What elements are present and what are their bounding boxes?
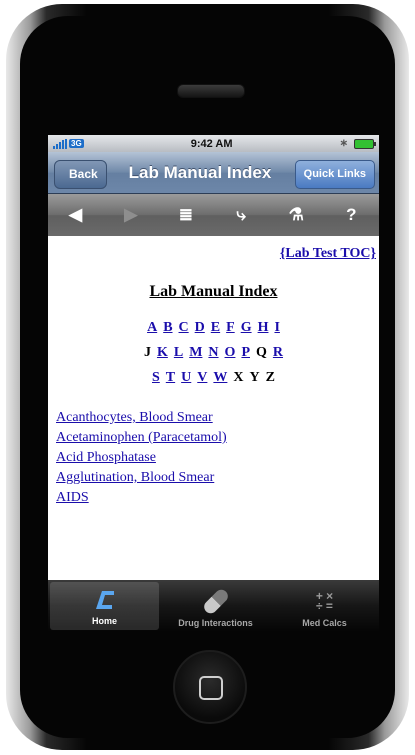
letter-link[interactable]: O xyxy=(225,340,236,365)
entry-link[interactable]: Acid Phosphatase xyxy=(56,448,379,468)
entry-link[interactable]: Acanthocytes, Blood Smear xyxy=(56,408,379,428)
letter-label: Z xyxy=(265,370,275,385)
letter-link[interactable]: W xyxy=(213,365,227,390)
calculator-icon: + × ÷ = xyxy=(315,589,334,613)
letter-label: Q xyxy=(256,345,267,360)
navigation-bar: Back Lab Manual Index Quick Links xyxy=(48,152,379,194)
tab-med-calcs[interactable]: + × ÷ = Med Calcs xyxy=(270,580,379,632)
entry-link[interactable]: Acetaminophen (Paracetamol) xyxy=(56,428,379,448)
tab-label: Home xyxy=(91,616,117,626)
tab-home[interactable]: Home xyxy=(50,582,159,630)
letter-link[interactable]: L xyxy=(174,340,183,365)
quick-links-button[interactable]: Quick Links xyxy=(294,160,375,189)
tab-label: Med Calcs xyxy=(302,618,347,628)
status-time: 9:42 AM xyxy=(190,137,233,150)
letter-link[interactable]: B xyxy=(163,315,172,340)
entry-link[interactable]: AIDS xyxy=(56,488,379,508)
letter-link[interactable]: K xyxy=(157,340,168,365)
page-title: Lab Manual Index xyxy=(149,283,278,300)
help-icon[interactable]: ? xyxy=(331,205,371,225)
network-badge: 3G xyxy=(69,139,84,148)
letter-link[interactable]: V xyxy=(197,365,207,390)
letter-label: Y xyxy=(249,370,260,385)
letter-link[interactable]: N xyxy=(208,340,218,365)
status-bar: 3G 9:42 AM ∗ xyxy=(48,135,379,152)
page-content: {Lab Test TOC} Lab Manual Index ABCDEFGH… xyxy=(48,246,379,508)
list-icon[interactable]: ≣ xyxy=(166,205,206,225)
letter-row: ABCDEFGHI xyxy=(48,315,379,340)
letter-link[interactable]: P xyxy=(241,340,250,365)
nav-title: Lab Manual Index xyxy=(128,163,272,182)
back-button[interactable]: Back xyxy=(54,160,107,189)
letter-link[interactable]: R xyxy=(273,340,283,365)
letter-link[interactable]: G xyxy=(241,315,252,340)
vitals-icon[interactable]: ⤷ xyxy=(221,205,261,225)
entry-list: Acanthocytes, Blood Smear Acetaminophen (… xyxy=(48,408,379,508)
letter-link[interactable]: I xyxy=(274,315,279,340)
letter-label: J xyxy=(143,345,151,360)
letter-label: X xyxy=(233,370,244,385)
letter-link[interactable]: T xyxy=(166,365,175,390)
letter-link[interactable]: M xyxy=(189,340,202,365)
lab-flask-icon[interactable]: ⚗ xyxy=(276,205,316,225)
alphabet-index: ABCDEFGHIJKLMNOPQRSTUVWXYZ xyxy=(48,315,379,390)
home-button-square-icon xyxy=(199,676,223,700)
letter-link[interactable]: E xyxy=(211,315,220,340)
lab-test-toc-link[interactable]: {Lab Test TOC} xyxy=(48,246,376,262)
home-button[interactable] xyxy=(173,650,247,724)
letter-row: JKLMNOPQR xyxy=(48,340,379,365)
back-arrow-icon[interactable]: ◀ xyxy=(56,205,96,225)
letter-link[interactable]: D xyxy=(195,315,205,340)
bluetooth-icon: ∗ xyxy=(339,138,348,149)
tab-label: Drug Interactions xyxy=(178,618,253,628)
letter-link[interactable]: S xyxy=(152,365,160,390)
battery-icon xyxy=(354,138,376,149)
tab-drug-interactions[interactable]: Drug Interactions xyxy=(161,580,270,632)
home-icon xyxy=(90,586,120,612)
letter-link[interactable]: F xyxy=(226,315,235,340)
status-right: ∗ xyxy=(339,138,376,149)
letter-row: STUVWXYZ xyxy=(48,365,379,390)
forward-arrow-icon[interactable]: ▶ xyxy=(111,205,151,225)
signal-area: 3G xyxy=(53,138,84,149)
screen: 3G 9:42 AM ∗ Back Lab Manual Index Quick… xyxy=(48,135,379,632)
toolbar: ◀ ▶ ≣ ⤷ ⚗ ? xyxy=(48,194,379,236)
letter-link[interactable]: A xyxy=(147,315,157,340)
entry-link[interactable]: Agglutination, Blood Smear xyxy=(56,468,379,488)
signal-strength-icon xyxy=(53,138,67,149)
letter-link[interactable]: C xyxy=(179,315,189,340)
tab-bar: Home Drug Interactions + × ÷ = Med Calcs xyxy=(48,580,379,632)
speaker-grille xyxy=(177,84,245,98)
pill-icon xyxy=(201,586,231,616)
letter-link[interactable]: H xyxy=(258,315,269,340)
letter-link[interactable]: U xyxy=(181,365,191,390)
